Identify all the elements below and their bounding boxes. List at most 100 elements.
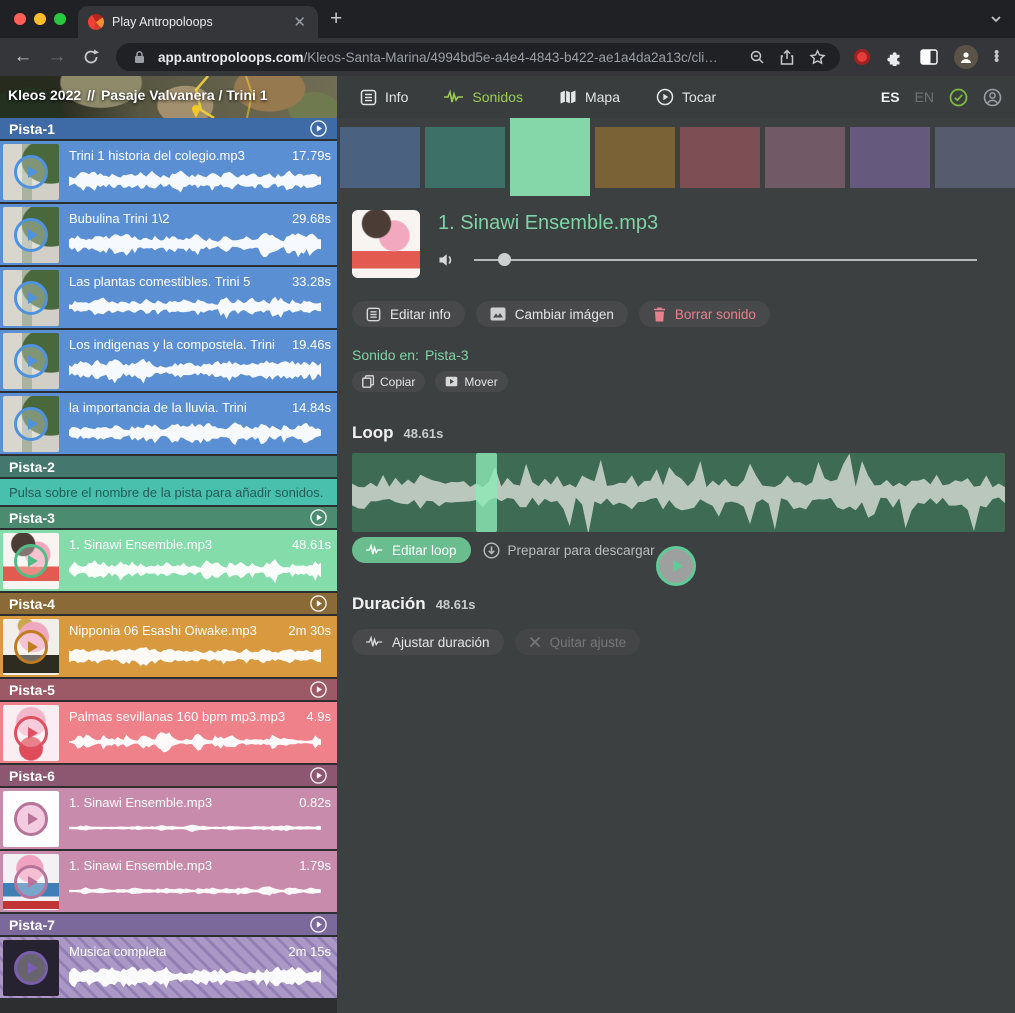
clip-name: Musica completa	[69, 944, 167, 959]
clip-row[interactable]: Musica completa 2m 15s	[0, 937, 337, 1000]
clip-thumbnail[interactable]	[3, 396, 59, 452]
clip-play-overlay-icon[interactable]	[3, 333, 59, 389]
clip-row[interactable]: Nipponia 06 Esashi Oiwake.mp3 2m 30s	[0, 616, 337, 679]
clip-thumbnail[interactable]	[3, 854, 59, 910]
browser-tab-bar: Play Antropoloops ✕ +	[0, 0, 1015, 38]
clip-row[interactable]: Los indigenas y la compostela. Trini 19.…	[0, 330, 337, 393]
nav-tab-info[interactable]: Info	[360, 89, 408, 106]
clip-play-overlay-icon[interactable]	[3, 144, 59, 200]
back-icon[interactable]: ←	[10, 44, 36, 70]
clip-thumbnail[interactable]	[3, 791, 59, 847]
clip-row[interactable]: Trini 1 historia del colegio.mp3 17.79s	[0, 141, 337, 204]
track-header-pista-3[interactable]: Pista-3	[0, 507, 337, 530]
clip-thumbnail[interactable]	[3, 270, 59, 326]
track-header-pista-7[interactable]: Pista-7	[0, 914, 337, 937]
clip-name: Trini 1 historia del colegio.mp3	[69, 148, 245, 163]
clip-play-overlay-icon[interactable]	[3, 705, 59, 761]
clip-play-overlay-icon[interactable]	[3, 619, 59, 675]
track-header-pista-4[interactable]: Pista-4	[0, 593, 337, 616]
track-body: Pulsa sobre el nombre de la pista para a…	[0, 479, 337, 507]
check-circle-icon[interactable]	[949, 88, 968, 107]
clip-duration: 1.79s	[299, 858, 331, 873]
clip-play-overlay-icon[interactable]	[3, 207, 59, 263]
window-controls[interactable]	[14, 13, 66, 25]
lang-en[interactable]: EN	[915, 89, 934, 105]
clip-thumbnail[interactable]	[3, 619, 59, 675]
track-play-icon[interactable]	[309, 680, 328, 699]
clip-play-overlay-icon[interactable]	[3, 791, 59, 847]
track-body: Nipponia 06 Esashi Oiwake.mp3 2m 30s	[0, 616, 337, 679]
clip-row[interactable]: Las plantas comestibles. Trini 5 33.28s	[0, 267, 337, 330]
track-play-icon[interactable]	[309, 766, 328, 785]
track-body: 1. Sinawi Ensemble.mp3 0.82s 1. Sinawi E…	[0, 788, 337, 914]
track-header-pista-1[interactable]: Pista-1	[0, 118, 337, 141]
tab-search-chevron-icon[interactable]	[989, 12, 1003, 26]
browser-toolbar: ← → app.antropoloops.com/Kleos-Santa-Mar…	[0, 38, 1015, 76]
nav-tab-sonidos[interactable]: Sonidos	[444, 89, 523, 105]
list-icon	[360, 89, 377, 106]
clip-waveform	[69, 875, 321, 907]
zoom-window-button[interactable]	[54, 13, 66, 25]
tab-close-icon[interactable]: ✕	[291, 13, 308, 32]
close-window-button[interactable]	[14, 13, 26, 25]
clip-row[interactable]: 1. Sinawi Ensemble.mp3 1.79s	[0, 851, 337, 914]
lock-icon[interactable]	[128, 50, 150, 64]
clip-thumbnail[interactable]	[3, 940, 59, 996]
clip-row[interactable]: Bubulina Trini 1\2 29.68s	[0, 204, 337, 267]
clip-play-overlay-icon[interactable]	[3, 396, 59, 452]
profile-avatar[interactable]	[954, 45, 978, 69]
track-header-pista-2[interactable]: Pista-2	[0, 456, 337, 479]
clip-thumbnail[interactable]	[3, 207, 59, 263]
reload-icon[interactable]	[78, 44, 104, 70]
loop-waveform	[352, 453, 1005, 532]
browser-tab[interactable]: Play Antropoloops ✕	[78, 6, 318, 38]
track-play-icon[interactable]	[309, 594, 328, 613]
bookmark-star-icon[interactable]	[806, 49, 828, 66]
zoom-out-icon[interactable]	[746, 49, 768, 65]
record-extension-icon[interactable]	[854, 49, 870, 65]
loop-waveform-panel[interactable]	[352, 453, 1005, 532]
address-bar[interactable]: app.antropoloops.com/Kleos-Santa-Marina/…	[116, 43, 840, 71]
breadcrumb[interactable]: Kleos 2022//Pasaje Valvanera / Trini 1	[8, 87, 268, 103]
track-play-icon[interactable]	[309, 119, 328, 138]
lang-es[interactable]: ES	[881, 89, 900, 105]
new-tab-button[interactable]: +	[330, 8, 342, 29]
clip-waveform	[69, 726, 321, 758]
clip-name: Bubulina Trini 1\2	[69, 211, 169, 226]
volume-slider[interactable]	[474, 259, 977, 261]
side-panel-icon[interactable]	[920, 49, 938, 65]
clip-thumbnail[interactable]	[3, 533, 59, 589]
clip-play-overlay-icon[interactable]	[3, 533, 59, 589]
share-icon[interactable]	[776, 49, 798, 66]
track-play-icon[interactable]	[309, 915, 328, 934]
clip-waveform	[69, 961, 321, 993]
track-section: Pista-3 1. Sinawi Ensemble.mp3 48.61s	[0, 507, 337, 593]
track-section: Pista-2 Pulsa sobre el nombre de la pist…	[0, 456, 337, 507]
clip-thumbnail[interactable]	[3, 144, 59, 200]
clip-thumbnail[interactable]	[3, 705, 59, 761]
clip-row[interactable]: 1. Sinawi Ensemble.mp3 48.61s	[0, 530, 337, 593]
menu-kebab-icon[interactable]: •••	[994, 51, 999, 63]
sound-play-overlay-icon[interactable]	[337, 118, 1015, 1013]
clip-thumbnail[interactable]	[3, 333, 59, 389]
minimize-window-button[interactable]	[34, 13, 46, 25]
sound-thumbnail[interactable]	[352, 210, 420, 278]
map-thumbnail[interactable]: Kleos 2022//Pasaje Valvanera / Trini 1	[0, 76, 337, 118]
track-header-pista-6[interactable]: Pista-6	[0, 765, 337, 788]
clip-play-overlay-icon[interactable]	[3, 854, 59, 910]
clip-duration: 2m 30s	[288, 623, 331, 638]
track-play-icon[interactable]	[309, 508, 328, 527]
clip-play-overlay-icon[interactable]	[3, 270, 59, 326]
clip-row[interactable]: Palmas sevillanas 160 bpm mp3.mp3 4.9s	[0, 702, 337, 765]
loop-playhead[interactable]	[476, 453, 497, 532]
clip-play-overlay-icon[interactable]	[3, 940, 59, 996]
nav-tab-mapa[interactable]: Mapa	[559, 89, 620, 105]
nav-tab-tocar[interactable]: Tocar	[656, 88, 716, 106]
clip-duration: 14.84s	[292, 400, 331, 415]
clip-row[interactable]: 1. Sinawi Ensemble.mp3 0.82s	[0, 788, 337, 851]
track-header-pista-5[interactable]: Pista-5	[0, 679, 337, 702]
forward-icon[interactable]: →	[44, 44, 70, 70]
extensions-puzzle-icon[interactable]	[886, 48, 904, 66]
person-circle-icon[interactable]	[983, 88, 1002, 107]
clip-row[interactable]: la importancia de la lluvia. Trini 14.84…	[0, 393, 337, 456]
